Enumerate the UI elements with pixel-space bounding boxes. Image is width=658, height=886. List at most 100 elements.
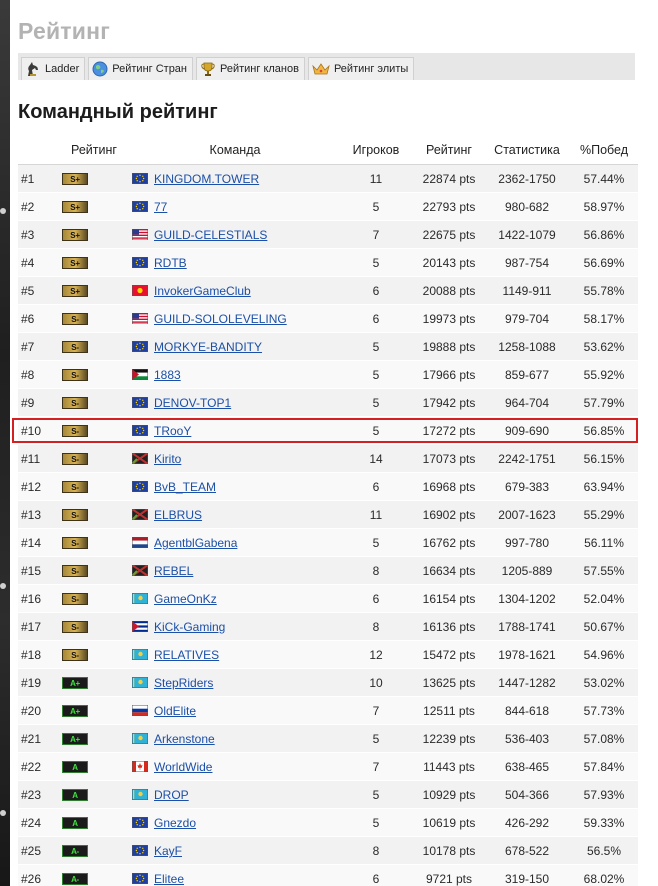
rank-cell: #15 <box>18 556 56 585</box>
stats-cell: 1422-1079 <box>484 220 570 249</box>
team-link[interactable]: InvokerGameClub <box>154 284 251 298</box>
eu-flag-icon <box>132 201 148 213</box>
team-flag-icon <box>132 565 148 577</box>
stats-cell: 536-403 <box>484 724 570 753</box>
points-cell: 17942 pts <box>414 388 484 417</box>
background-dot <box>0 810 6 816</box>
team-link[interactable]: RDTB <box>154 256 187 270</box>
rank-cell: #14 <box>18 528 56 557</box>
team-link[interactable]: REBEL <box>154 564 193 578</box>
tier-badge: S- <box>62 481 88 494</box>
header-team[interactable]: Команда <box>132 136 338 165</box>
team-link[interactable]: AgentblGabena <box>154 536 237 550</box>
rank-cell: #17 <box>18 612 56 641</box>
rank-cell: #12 <box>18 472 56 501</box>
rank-cell: #11 <box>18 444 56 473</box>
rank-cell: #10 <box>18 416 56 445</box>
tier-cell: A+ <box>56 724 132 753</box>
tab-clan-rating[interactable]: Рейтинг кланов <box>196 57 305 80</box>
team-link[interactable]: WorldWide <box>154 760 212 774</box>
rank-cell: #16 <box>18 584 56 613</box>
tier-cell: A <box>56 808 132 837</box>
team-cell: OldElite <box>132 696 338 725</box>
kg-flag-icon <box>132 285 148 297</box>
team-link[interactable]: GUILD-CELESTIALS <box>154 228 267 242</box>
team-link[interactable]: Arkenstone <box>154 732 215 746</box>
team-link[interactable]: 1883 <box>154 368 181 382</box>
eu-flag-icon <box>132 425 148 437</box>
team-link[interactable]: OldElite <box>154 704 196 718</box>
tier-badge: S- <box>62 313 88 326</box>
points-cell: 19888 pts <box>414 332 484 361</box>
winrate-cell: 56.86% <box>570 220 638 249</box>
team-cell: Arkenstone <box>132 724 338 753</box>
team-link[interactable]: BvB_TEAM <box>154 480 216 494</box>
rank-cell: #23 <box>18 780 56 809</box>
tier-badge: S+ <box>62 285 88 298</box>
tier-badge: S+ <box>62 201 88 214</box>
team-link[interactable]: RELATIVES <box>154 648 219 662</box>
header-stats[interactable]: Статистика <box>484 136 570 165</box>
team-cell: Elitee <box>132 864 338 886</box>
team-link[interactable]: KiCk-Gaming <box>154 620 225 634</box>
page-title: Рейтинг <box>18 18 110 44</box>
points-cell: 10929 pts <box>414 780 484 809</box>
team-link[interactable]: KINGDOM.TOWER <box>154 172 259 186</box>
team-link[interactable]: KayF <box>154 844 182 858</box>
header-players[interactable]: Игроков <box>338 136 414 165</box>
header-points[interactable]: Рейтинг <box>414 136 484 165</box>
points-cell: 11443 pts <box>414 752 484 781</box>
team-cell: Gnezdo <box>132 808 338 837</box>
team-link[interactable]: ELBRUS <box>154 508 202 522</box>
team-cell: MORKYE-BANDITY <box>132 332 338 361</box>
stats-cell: 1149-911 <box>484 276 570 305</box>
kz-flag-icon <box>132 677 148 689</box>
team-link[interactable]: Gnezdo <box>154 816 196 830</box>
players-cell: 6 <box>338 304 414 333</box>
players-cell: 5 <box>338 360 414 389</box>
table-row: #22 A WorldWide 7 11443 pts 638-465 57.84% <box>18 752 638 781</box>
tier-cell: S- <box>56 528 132 557</box>
tier-cell: S+ <box>56 276 132 305</box>
table-body: #1 S+ KINGDOM.TOWER 11 22874 pts 2362-1750 57.… <box>18 164 638 886</box>
team-link[interactable]: GameOnKz <box>154 592 217 606</box>
team-cell: 1883 <box>132 360 338 389</box>
players-cell: 5 <box>338 248 414 277</box>
tab-ladder[interactable]: Ladder <box>21 57 86 80</box>
team-link[interactable]: DENOV-TOP1 <box>154 396 231 410</box>
team-link[interactable]: StepRiders <box>154 676 213 690</box>
team-link[interactable]: TRooY <box>154 424 191 438</box>
stats-cell: 1447-1282 <box>484 668 570 697</box>
team-link[interactable]: Elitee <box>154 872 184 886</box>
tier-badge: A+ <box>62 733 88 746</box>
tier-cell: S- <box>56 444 132 473</box>
team-link[interactable]: MORKYE-BANDITY <box>154 340 262 354</box>
players-cell: 8 <box>338 556 414 585</box>
team-link[interactable]: Kirito <box>154 452 181 466</box>
players-cell: 11 <box>338 500 414 529</box>
team-cell: REBEL <box>132 556 338 585</box>
winrate-cell: 55.92% <box>570 360 638 389</box>
points-cell: 17073 pts <box>414 444 484 473</box>
winrate-cell: 50.67% <box>570 612 638 641</box>
table-row: #8 S- 1883 5 17966 pts 859-677 55.92% <box>18 360 638 389</box>
header-rating[interactable]: Рейтинг <box>56 136 132 165</box>
content-panel: Рейтинг Ladder Рейтинг Стран Рейтинг кла… <box>10 0 658 886</box>
tab-elite-rating[interactable]: Рейтинг элиты <box>307 57 415 80</box>
header-winrate[interactable]: %Побед <box>570 136 638 165</box>
tier-cell: A <box>56 752 132 781</box>
eu-flag-icon <box>132 397 148 409</box>
winrate-cell: 56.85% <box>570 416 638 445</box>
table-header-row: Рейтинг Команда Игроков Рейтинг Статисти… <box>18 136 638 165</box>
team-cell: StepRiders <box>132 668 338 697</box>
tab-country-rating[interactable]: Рейтинг Стран <box>88 57 193 80</box>
stats-cell: 2242-1751 <box>484 444 570 473</box>
tier-cell: A- <box>56 836 132 865</box>
team-link[interactable]: GUILD-SOLOLEVELING <box>154 312 287 326</box>
winrate-cell: 57.93% <box>570 780 638 809</box>
team-link[interactable]: DROP <box>154 788 189 802</box>
stats-cell: 909-690 <box>484 416 570 445</box>
team-link[interactable]: 77 <box>154 200 167 214</box>
table-row: #20 A+ OldElite 7 12511 pts 844-618 57.73% <box>18 696 638 725</box>
points-cell: 16968 pts <box>414 472 484 501</box>
